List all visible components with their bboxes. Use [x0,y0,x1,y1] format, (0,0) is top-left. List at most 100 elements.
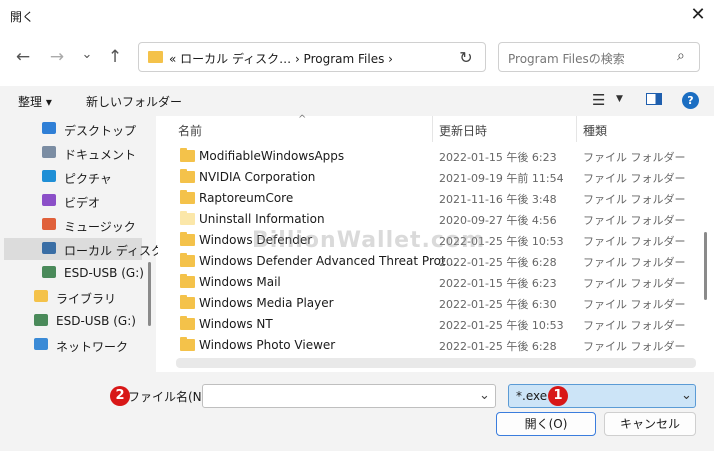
breadcrumb[interactable]: « ローカル ディスク… › Program Files › [169,50,393,67]
sidebar-item[interactable]: ネットワーク [4,334,142,356]
table-row[interactable]: Windows Media Player 2022-01-25 午後 6:30 ファ… [158,293,688,314]
sidebar-item-label: ミュージック [64,220,136,234]
table-row[interactable]: ModifiableWindowsApps 2022-01-15 午後 6:23 フ… [158,146,688,167]
file-date: 2022-01-25 午後 6:30 [439,298,557,311]
recent-locations-chevron-icon[interactable]: ⌄ [74,42,100,68]
file-type: ファイル フォルダー [583,256,686,269]
sidebar-item[interactable]: ライブラリ [4,286,142,308]
folder-icon [180,274,195,288]
folder-icon [180,190,195,204]
sidebar-item[interactable]: ミュージック [4,214,142,236]
folder-icon [148,51,163,63]
file-name: Windows Defender Advanced Threat Prot… [199,254,458,268]
table-row[interactable]: Windows Defender Advanced Threat Prot… 20… [158,251,688,272]
sidebar-item-icon [34,338,48,350]
sidebar-item[interactable]: ESD-USB (G:) [4,262,144,284]
file-date: 2022-01-15 午後 6:23 [439,151,557,164]
navigation-scrollbar[interactable] [148,262,151,326]
table-row[interactable]: Windows Mail 2022-01-15 午後 6:23 ファイル フォルダー [158,272,688,293]
column-header-date[interactable]: 更新日時 [439,122,487,139]
back-arrow-icon[interactable]: ← [10,44,36,70]
search-box[interactable]: Program Filesの検索 ⌕ [498,42,700,72]
file-type-filter-select[interactable]: *.exe ⌄ [508,384,696,408]
file-type: ファイル フォルダー [583,319,686,332]
filename-label: ファイル名(N): [128,390,211,404]
sidebar-item[interactable]: ビデオ [4,190,142,212]
address-bar[interactable]: « ローカル ディスク… › Program Files › ↻ [138,42,486,72]
watermark: BillionWallet.com [252,228,485,253]
sidebar-item[interactable]: デスクトップ [4,118,142,140]
column-header-name[interactable]: 名前 [178,122,202,139]
sidebar-item-label: ドキュメント [64,148,137,162]
sidebar-item-label: デスクトップ [64,124,137,138]
file-date: 2022-01-25 午後 10:53 [439,319,564,332]
search-icon[interactable]: ⌕ [677,48,685,64]
file-type: ファイル フォルダー [583,298,686,311]
sidebar-item[interactable]: ESD-USB (G:) [4,310,142,332]
vertical-scrollbar[interactable] [704,232,707,300]
file-type: ファイル フォルダー [583,151,686,164]
file-name: Uninstall Information [199,212,325,226]
sort-ascending-icon: ^ [298,114,307,125]
table-row[interactable]: NVIDIA Corporation 2021-09-19 午前 11:54 ファイ… [158,167,688,188]
file-date: 2022-01-25 午後 6:28 [439,256,557,269]
file-name: Windows Photo Viewer [199,338,336,352]
new-folder-button[interactable]: 新しいフォルダー [86,93,182,110]
sidebar-item[interactable]: ピクチャ [4,166,142,188]
file-date: 2022-01-15 午後 6:23 [439,277,557,290]
file-name: Windows NT [199,317,273,331]
sidebar-item-label: ESD-USB (G:) [56,314,136,328]
folder-icon [180,169,195,183]
column-header-type[interactable]: 種類 [583,122,607,139]
cancel-button[interactable]: キャンセル [604,412,696,436]
view-menu-icon[interactable]: ☰ [592,91,605,109]
sidebar-item-icon [42,218,56,230]
sidebar-item[interactable]: ローカル ディスク [4,238,163,260]
filter-dropdown-chevron-icon[interactable]: ⌄ [681,388,692,403]
file-name: Windows Mail [199,275,281,289]
window-title: 開く [10,10,35,24]
sidebar-item-icon [42,194,56,206]
sidebar-item-label: ローカル ディスク [64,244,163,258]
table-row[interactable]: Uninstall Information 2020-09-27 午後 4:56 フ… [158,209,688,230]
file-type: ファイル フォルダー [583,235,686,248]
sidebar-item-icon [42,146,56,158]
preview-pane-icon[interactable] [646,93,662,105]
table-row[interactable]: Windows NT 2022-01-25 午後 10:53 ファイル フォルダー [158,314,688,335]
folder-icon [180,253,195,267]
filename-input[interactable]: ⌄ [202,384,496,408]
file-type: ファイル フォルダー [583,172,686,185]
sidebar-item[interactable]: ドキュメント [4,142,142,164]
sidebar-item-label: ESD-USB (G:) [64,266,144,280]
table-row[interactable]: RaptoreumCore 2021-11-16 午後 3:48 ファイル フォルダ… [158,188,688,209]
help-icon[interactable]: ? [682,92,699,109]
sidebar-item-label: ライブラリ [56,292,117,306]
close-button[interactable]: ✕ [686,4,710,28]
organize-menu-button[interactable]: 整理 ▾ [18,93,52,110]
up-arrow-icon[interactable]: ↑ [102,44,128,70]
column-divider[interactable] [432,116,433,142]
folder-icon [180,232,195,246]
search-input[interactable]: Program Filesの検索 [508,50,625,67]
bottom-panel: 2 ファイル名(N): ⌄ *.exe ⌄ 1 3 開く(O) キャンセル [0,372,714,451]
table-row[interactable]: Windows Photo Viewer 2022-01-25 午後 6:28 ファ… [158,335,688,356]
filename-dropdown-chevron-icon[interactable]: ⌄ [479,388,490,403]
forward-arrow-icon[interactable]: → [44,44,70,70]
folder-icon [180,316,195,330]
sidebar-item-icon [34,314,48,326]
sidebar-item-label: ネットワーク [56,340,129,354]
view-menu-chevron-icon[interactable]: ▼ [616,94,623,104]
folder-icon [180,295,195,309]
sidebar-item-icon [42,266,56,278]
sidebar-item-icon [42,242,56,254]
file-type: ファイル フォルダー [583,214,686,227]
file-name: RaptoreumCore [199,191,294,205]
refresh-icon[interactable]: ↻ [455,47,477,69]
horizontal-scrollbar[interactable] [176,358,696,368]
sidebar-item-icon [42,170,56,182]
open-button[interactable]: 開く(O) [496,412,596,436]
command-bar: 整理 ▾ 新しいフォルダー ☰ ▼ ? [0,86,714,116]
file-type: ファイル フォルダー [583,193,686,206]
filter-value: *.exe [516,389,548,403]
column-divider[interactable] [576,116,577,142]
